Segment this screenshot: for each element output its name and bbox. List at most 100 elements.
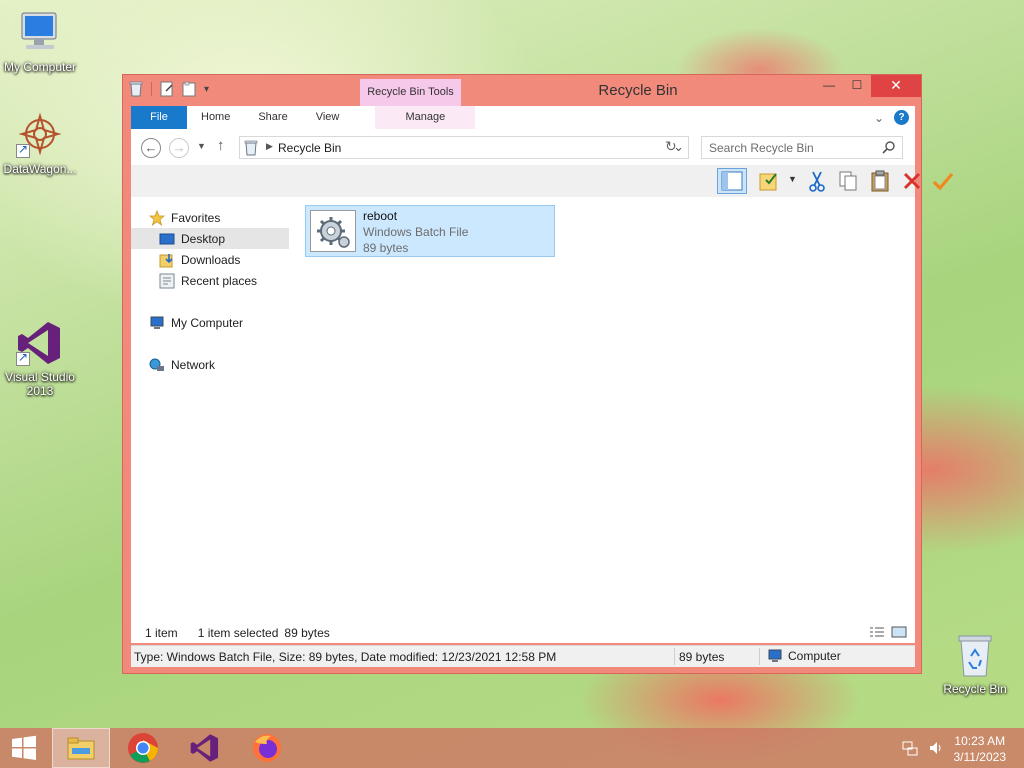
desktop-icon-label: Recycle Bin bbox=[943, 682, 1007, 696]
details-view-icon[interactable] bbox=[869, 626, 885, 638]
checkmark-icon bbox=[932, 172, 954, 191]
clock-date: 3/11/2023 bbox=[953, 750, 1007, 764]
network-icon bbox=[149, 357, 165, 373]
details-size: 89 bytes bbox=[679, 650, 725, 664]
system-tray bbox=[902, 740, 944, 756]
restore-button[interactable] bbox=[929, 168, 957, 194]
close-button[interactable]: ✕ bbox=[871, 75, 921, 97]
file-size: 89 bytes bbox=[363, 241, 409, 255]
downloads-folder-icon bbox=[159, 252, 175, 268]
details-info: Type: Windows Batch File, Size: 89 bytes… bbox=[134, 650, 557, 664]
firefox-icon bbox=[253, 734, 281, 762]
nav-downloads[interactable]: Downloads bbox=[131, 249, 289, 270]
minimize-button[interactable]: — bbox=[815, 75, 843, 97]
selected-size: 89 bytes bbox=[284, 626, 330, 640]
volume-icon[interactable] bbox=[928, 740, 944, 756]
network-status-icon[interactable] bbox=[902, 740, 918, 756]
system-clock[interactable]: 10:23 AM 3/11/2023 bbox=[954, 733, 1007, 765]
breadcrumb-chevron-icon[interactable]: ▶ bbox=[266, 141, 273, 152]
desktop-icon-label: My Computer bbox=[3, 60, 77, 74]
nav-network[interactable]: Network bbox=[131, 354, 289, 375]
maximize-button[interactable]: ☐ bbox=[843, 75, 871, 97]
desktop-icon-my-computer[interactable]: My Computer bbox=[0, 10, 80, 74]
taskbar-file-explorer[interactable] bbox=[52, 728, 110, 768]
status-divider bbox=[674, 648, 675, 665]
folder-check-icon bbox=[759, 173, 777, 191]
recycle-bin-icon bbox=[951, 632, 999, 678]
recent-locations-icon[interactable]: ▼ bbox=[197, 141, 206, 151]
shortcut-arrow-icon bbox=[16, 142, 30, 158]
select-dropdown-icon[interactable]: ▼ bbox=[788, 174, 797, 184]
window-title: Recycle Bin bbox=[598, 82, 678, 99]
content-area: Favorites Desktop Downloads Recent place… bbox=[131, 197, 915, 643]
file-name: reboot bbox=[363, 209, 398, 223]
delete-x-icon bbox=[903, 172, 921, 190]
breadcrumb-location[interactable]: Recycle Bin bbox=[278, 141, 341, 155]
preview-pane-button[interactable] bbox=[717, 168, 747, 194]
tab-file[interactable]: File bbox=[131, 106, 187, 129]
desktop-folder-icon bbox=[159, 231, 175, 247]
up-button[interactable]: ↑ bbox=[217, 137, 225, 154]
tab-home[interactable]: Home bbox=[187, 106, 244, 129]
window-controls: — ☐ ✕ bbox=[815, 75, 921, 97]
desktop-icon-label: DataWagon... bbox=[3, 162, 77, 176]
details-bar: Type: Windows Batch File, Size: 89 bytes… bbox=[131, 645, 915, 667]
nav-desktop[interactable]: Desktop bbox=[131, 228, 289, 249]
forward-button[interactable]: → bbox=[169, 138, 189, 158]
nav-favorites[interactable]: Favorites bbox=[131, 207, 289, 228]
copy-button[interactable] bbox=[834, 168, 862, 194]
command-toolbar: ▼ bbox=[131, 165, 954, 197]
computer-small-icon bbox=[149, 315, 165, 331]
search-box[interactable] bbox=[701, 136, 903, 159]
nav-label: Network bbox=[171, 357, 216, 372]
datawagon-icon bbox=[16, 112, 64, 158]
large-icons-view-icon[interactable] bbox=[891, 626, 907, 638]
expand-ribbon-icon[interactable]: ⌄ bbox=[874, 111, 884, 125]
nav-my-computer[interactable]: My Computer bbox=[131, 312, 289, 333]
delete-button[interactable] bbox=[898, 168, 926, 194]
desktop-icon-visual-studio[interactable]: Visual Studio 2013 bbox=[0, 320, 80, 398]
tab-view[interactable]: View bbox=[302, 106, 354, 129]
start-button[interactable] bbox=[0, 728, 48, 768]
status-bar: 1 item 1 item selected 89 bytes bbox=[131, 623, 915, 643]
navigation-pane: Favorites Desktop Downloads Recent place… bbox=[131, 197, 291, 643]
windows-logo-icon bbox=[12, 735, 36, 760]
scissors-icon bbox=[809, 171, 825, 192]
search-icon[interactable] bbox=[882, 140, 896, 154]
tab-manage[interactable]: Manage bbox=[375, 106, 476, 129]
title-bar[interactable]: ▾ Recycle Bin Tools Recycle Bin — ☐ ✕ bbox=[123, 75, 921, 107]
clock-time: 10:23 AM bbox=[954, 734, 1006, 748]
taskbar-firefox[interactable] bbox=[238, 728, 296, 768]
file-type: Windows Batch File bbox=[363, 225, 469, 239]
preview-pane-icon bbox=[721, 171, 743, 191]
taskbar-visual-studio[interactable] bbox=[176, 728, 234, 768]
desktop-icon-recycle-bin[interactable]: Recycle Bin bbox=[935, 632, 1015, 696]
nav-label: Recent places bbox=[181, 273, 258, 288]
cut-button[interactable] bbox=[803, 168, 831, 194]
computer-small-icon bbox=[768, 649, 782, 662]
file-explorer-icon bbox=[67, 737, 95, 760]
refresh-button[interactable]: ↻ bbox=[665, 138, 677, 155]
status-divider bbox=[759, 648, 760, 665]
tab-share[interactable]: Share bbox=[244, 106, 301, 129]
item-count: 1 item bbox=[145, 626, 178, 640]
back-button[interactable]: ← bbox=[141, 138, 161, 158]
nav-label: Favorites bbox=[171, 210, 221, 225]
explorer-window: ▾ Recycle Bin Tools Recycle Bin — ☐ ✕ Fi… bbox=[122, 74, 954, 674]
address-bar[interactable]: ▶ Recycle Bin ⌄ bbox=[239, 136, 689, 159]
nav-recent-places[interactable]: Recent places bbox=[131, 270, 289, 291]
computer-icon bbox=[16, 10, 64, 56]
star-icon bbox=[149, 209, 165, 226]
ribbon-tabs: File Home Share View Manage ⌄ ? bbox=[131, 106, 915, 129]
help-icon[interactable]: ? bbox=[894, 110, 909, 125]
taskbar: 10:23 AM 3/11/2023 bbox=[0, 728, 1024, 768]
shortcut-arrow-icon bbox=[16, 350, 30, 366]
search-input[interactable] bbox=[702, 137, 872, 158]
view-switcher bbox=[869, 626, 907, 638]
nav-label: My Computer bbox=[171, 315, 244, 330]
paste-button[interactable] bbox=[866, 168, 894, 194]
select-items-button[interactable] bbox=[755, 168, 783, 194]
file-item-reboot[interactable]: reboot Windows Batch File 89 bytes bbox=[305, 205, 555, 257]
taskbar-chrome[interactable] bbox=[114, 728, 172, 768]
desktop-icon-datawagon[interactable]: DataWagon... bbox=[0, 112, 80, 176]
